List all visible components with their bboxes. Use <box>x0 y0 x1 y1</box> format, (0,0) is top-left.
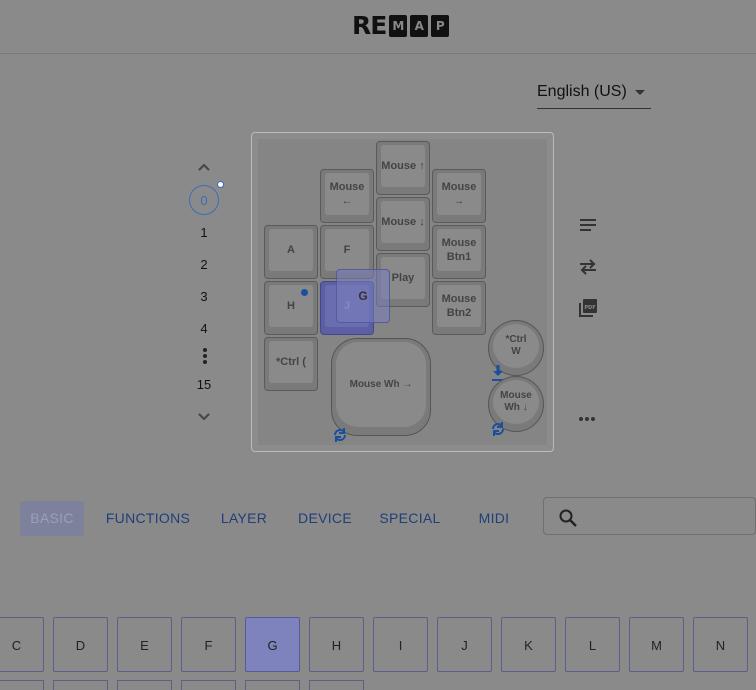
key-a[interactable]: A <box>264 225 318 279</box>
encoder-label: Mouse Wh → <box>336 342 426 427</box>
language-select[interactable]: English (US) <box>537 78 651 109</box>
keycode-j[interactable]: J <box>437 617 492 672</box>
layer-indicator-dot <box>217 181 224 188</box>
keycode-h[interactable]: H <box>309 617 364 672</box>
key-h[interactable]: H <box>264 281 318 335</box>
keycode-next-row[interactable] <box>309 680 364 690</box>
keycode-next-row[interactable] <box>181 680 236 690</box>
encoder-label-line2: W <box>511 346 521 357</box>
encoder-label-line1: *Ctrl <box>505 334 527 345</box>
key-mouse-down[interactable]: Mouse ↓ <box>376 197 430 251</box>
keycode-c[interactable]: C <box>0 617 44 672</box>
layer-item-1[interactable]: 1 <box>189 225 219 240</box>
encoder-label: Mouse Wh ↓ <box>500 390 532 413</box>
swap-icon[interactable] <box>578 257 598 277</box>
logo-box-a: A <box>410 15 429 37</box>
logo-box-p: P <box>431 15 450 37</box>
key-label: F <box>325 229 369 271</box>
text-align-icon[interactable] <box>578 215 598 235</box>
rotate-icon[interactable] <box>490 420 506 438</box>
key-label: *Ctrl ( <box>269 341 313 383</box>
key-mouse-btn2[interactable]: Mouse Btn2 <box>432 281 486 335</box>
keycode-f[interactable]: F <box>181 617 236 672</box>
search-input[interactable] <box>588 504 752 530</box>
chevron-down-icon[interactable] <box>194 407 214 427</box>
key-ctrl-paren[interactable]: *Ctrl ( <box>264 337 318 391</box>
keycode-n[interactable]: N <box>693 617 748 672</box>
keycode-m[interactable]: M <box>629 617 684 672</box>
rotate-icon[interactable] <box>332 426 348 444</box>
tab-device[interactable]: DEVICE <box>292 501 358 536</box>
keycode-search-field[interactable] <box>543 497 756 535</box>
tab-functions[interactable]: FUNCTIONS <box>102 501 194 536</box>
more-vertical-icon[interactable] <box>203 348 207 366</box>
key-label: A <box>269 229 313 271</box>
encoder-top: Mouse Wh ↓ <box>493 380 539 424</box>
keycode-i[interactable]: I <box>373 617 428 672</box>
search-icon <box>558 508 578 528</box>
encoder-large[interactable]: Mouse Wh → <box>331 338 431 436</box>
key-mouse-up[interactable]: Mouse ↑ <box>376 141 430 195</box>
svg-text:PDF: PDF <box>584 305 595 311</box>
key-label: Mouse ↑ <box>381 145 425 187</box>
encoder-top: *Ctrl W <box>493 324 539 368</box>
key-label: Mouse ↓ <box>381 201 425 243</box>
layer-item-3[interactable]: 3 <box>189 289 219 304</box>
key-label: Mouse Btn1 <box>437 229 481 271</box>
layer-item-15[interactable]: 15 <box>189 377 219 392</box>
keycode-next-row[interactable] <box>0 680 44 690</box>
keycode-g-selected[interactable]: G <box>245 617 300 672</box>
keycode-d[interactable]: D <box>53 617 108 672</box>
tab-midi[interactable]: MIDI <box>470 501 518 536</box>
more-horizontal-icon[interactable] <box>579 417 595 421</box>
drag-ghost-key: G <box>336 269 390 323</box>
tab-layer[interactable]: LAYER <box>212 501 276 536</box>
language-select-value: English (US) <box>537 83 627 100</box>
chevron-up-icon[interactable] <box>194 157 214 177</box>
logo-box-m: M <box>389 15 408 37</box>
tab-special[interactable]: SPECIAL <box>376 501 444 536</box>
logo-text: RE <box>352 11 387 40</box>
keycode-next-row[interactable] <box>117 680 172 690</box>
key-mouse-btn1[interactable]: Mouse Btn1 <box>432 225 486 279</box>
tab-basic[interactable]: BASIC <box>20 501 84 536</box>
layer-item-4[interactable]: 4 <box>189 321 219 336</box>
pdf-icon[interactable]: PDF <box>578 298 598 318</box>
key-label: Mouse → <box>437 173 481 215</box>
key-label: Mouse Btn2 <box>437 285 481 327</box>
keycode-e[interactable]: E <box>117 617 172 672</box>
layer-item-0[interactable]: 0 <box>189 185 219 215</box>
key-mouse-left[interactable]: Mouse ← <box>320 169 374 223</box>
keycode-l[interactable]: L <box>565 617 620 672</box>
remap-logo[interactable]: RE M A P <box>352 11 450 40</box>
keycode-next-row[interactable] <box>53 680 108 690</box>
layer-item-2[interactable]: 2 <box>189 257 219 272</box>
keycode-next-row[interactable] <box>245 680 300 690</box>
modified-key-dot <box>301 289 308 296</box>
caret-down-icon <box>635 90 645 95</box>
key-mouse-right[interactable]: Mouse → <box>432 169 486 223</box>
key-label: Mouse ← <box>325 173 369 215</box>
app-header: RE M A P <box>0 0 756 54</box>
keycode-k[interactable]: K <box>501 617 556 672</box>
